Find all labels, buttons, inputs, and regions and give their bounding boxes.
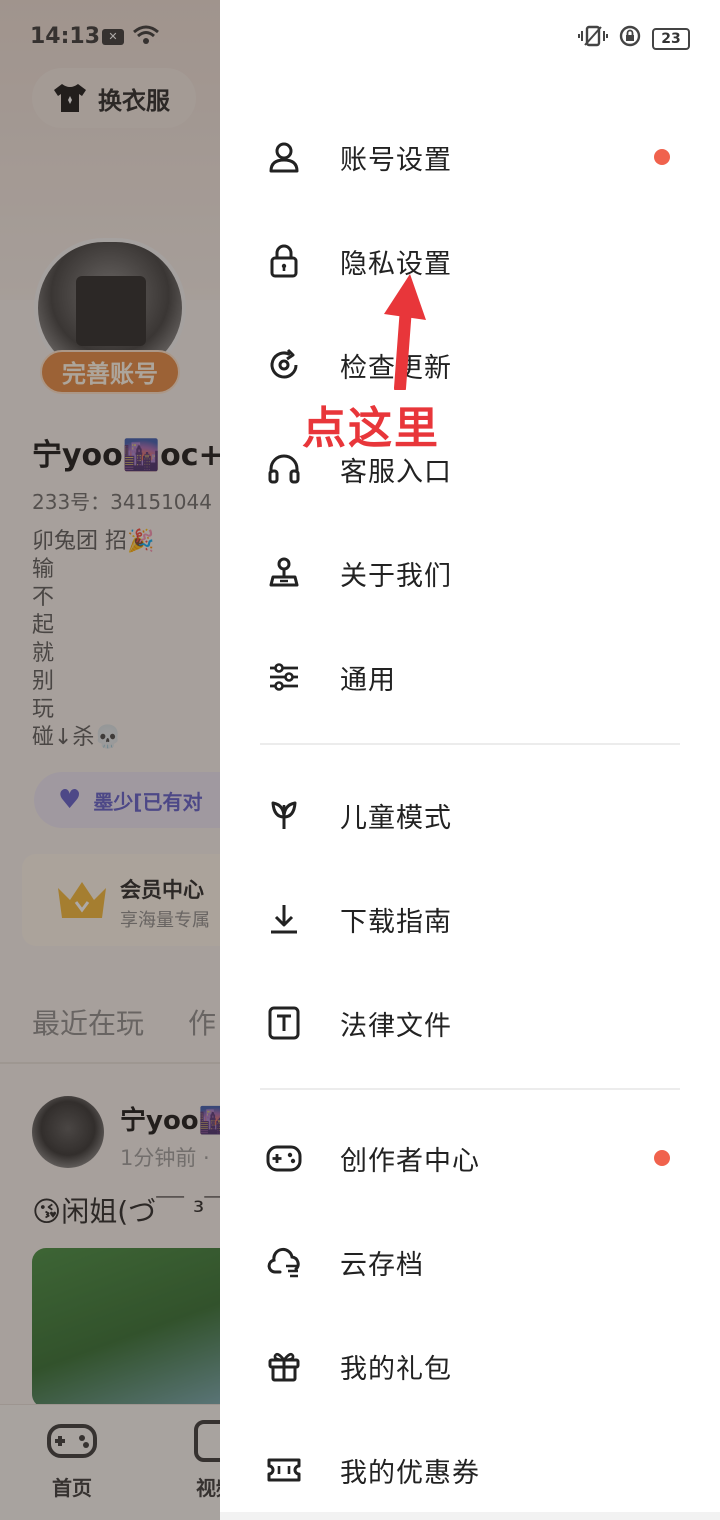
- menu-label: 创作者中心: [340, 1145, 480, 1177]
- menu-item-creator-center[interactable]: 创作者中心: [220, 1106, 720, 1210]
- lock-icon: [264, 241, 304, 281]
- menu-item-privacy-settings[interactable]: 隐私设置: [220, 209, 720, 313]
- menu-item-kids-mode[interactable]: 儿童模式: [220, 763, 720, 867]
- text-doc-icon: [264, 1003, 304, 1043]
- menu-item-legal-documents[interactable]: 法律文件: [220, 971, 720, 1075]
- stamp-icon: [264, 553, 304, 593]
- refresh-icon: [264, 345, 304, 385]
- menu-item-download-guide[interactable]: 下载指南: [220, 867, 720, 971]
- user-icon: [264, 137, 304, 177]
- menu-label: 下载指南: [340, 906, 452, 938]
- menu-item-cloud-save[interactable]: 云存档: [220, 1210, 720, 1314]
- menu-label: 账号设置: [340, 144, 452, 176]
- menu-item-general[interactable]: 通用: [220, 625, 720, 729]
- gamepad-icon: [264, 1138, 304, 1178]
- headset-icon: [264, 449, 304, 489]
- rotation-lock-icon: [618, 24, 642, 54]
- system-status-icons: 23: [578, 24, 690, 54]
- menu-divider: [260, 743, 680, 745]
- menu-label: 法律文件: [340, 1010, 452, 1042]
- download-icon: [264, 899, 304, 939]
- menu-item-my-gifts[interactable]: 我的礼包: [220, 1314, 720, 1418]
- drawer-bottom-edge: [220, 1512, 720, 1520]
- annotation-arrow-icon: [384, 274, 426, 390]
- cloud-icon: [264, 1242, 304, 1282]
- menu-item-about-us[interactable]: 关于我们: [220, 521, 720, 625]
- menu-label: 我的优惠券: [340, 1457, 480, 1489]
- battery-icon: 23: [652, 28, 690, 50]
- annotation-text: 点这里: [302, 403, 440, 454]
- menu-item-my-coupons[interactable]: 我的优惠券: [220, 1418, 720, 1520]
- menu-item-check-update[interactable]: 检查更新: [220, 313, 720, 417]
- menu-label: 关于我们: [340, 560, 452, 592]
- settings-drawer: 23 账号设置 隐私设置 检查更新 客服入口 关于我们: [220, 0, 720, 1520]
- sprout-icon: [264, 795, 304, 835]
- menu-divider: [260, 1088, 680, 1090]
- vibrate-icon: [578, 24, 608, 54]
- menu-item-customer-service[interactable]: 客服入口: [220, 417, 720, 521]
- menu-label: 儿童模式: [340, 802, 452, 834]
- ticket-icon: [264, 1450, 304, 1490]
- notification-dot: [654, 149, 670, 165]
- menu-label: 我的礼包: [340, 1353, 452, 1385]
- notification-dot: [654, 1150, 670, 1166]
- menu-item-account-settings[interactable]: 账号设置: [220, 105, 720, 209]
- menu-label: 通用: [340, 664, 396, 696]
- sliders-icon: [264, 657, 304, 697]
- gift-icon: [264, 1346, 304, 1386]
- menu-label: 云存档: [340, 1249, 424, 1281]
